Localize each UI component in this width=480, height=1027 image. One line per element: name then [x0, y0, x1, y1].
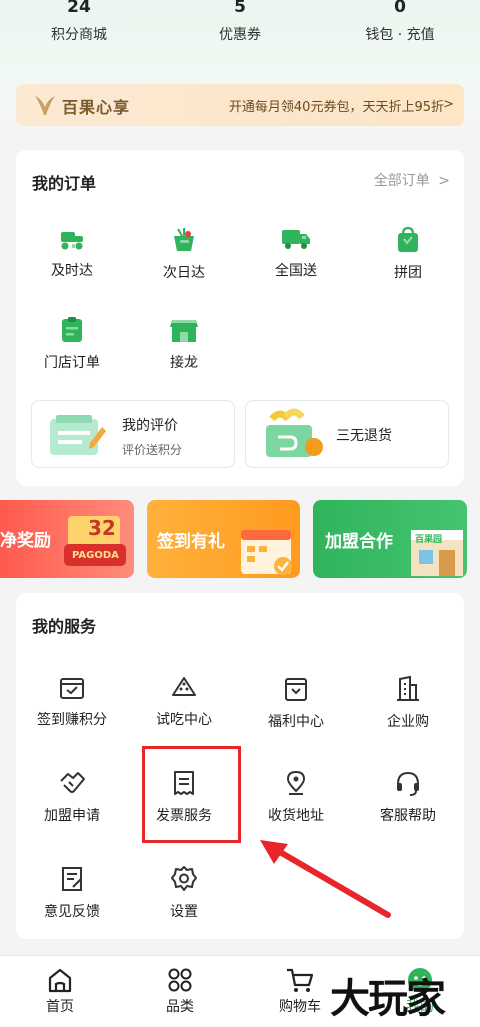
- service-tasting[interactable]: 试吃中心: [128, 675, 240, 729]
- order-next-day[interactable]: 次日达: [128, 226, 240, 282]
- reward-banner[interactable]: 净奖励 32 PAGODA: [0, 500, 134, 578]
- order-nationwide[interactable]: 全国送: [240, 226, 352, 280]
- headset-icon: [397, 771, 419, 796]
- wallet-value: 0: [394, 0, 406, 17]
- reward-banner-title: 净奖励: [0, 531, 51, 551]
- refund-card[interactable]: 三无退货: [245, 400, 449, 468]
- order-relay-label: 接龙: [170, 355, 198, 371]
- gear-icon: [171, 866, 197, 891]
- category-grid-icon: [168, 968, 192, 992]
- order-relay[interactable]: 接龙: [128, 316, 240, 372]
- services-title: 我的服务: [32, 617, 97, 636]
- my-reviews-card[interactable]: 我的评价 评价送积分: [31, 400, 235, 468]
- account-stats: 24 积分商城 5 优惠券 0 钱包 · 充值: [0, 0, 480, 60]
- order-next-day-label: 次日达: [163, 265, 205, 281]
- order-instant[interactable]: 及时达: [16, 226, 128, 280]
- home-icon: [48, 968, 72, 993]
- watermelon-icon: [172, 677, 196, 696]
- wallet-label: 钱包 · 充值: [365, 27, 435, 43]
- brand-logo-icon: [35, 96, 55, 115]
- service-tasting-label: 试吃中心: [156, 712, 212, 728]
- vip-promo: 开通每月领40元券包，天天折上95折: [228, 100, 444, 115]
- order-store-label: 门店订单: [44, 355, 100, 371]
- service-signin-points[interactable]: 签到赚积分: [16, 675, 128, 729]
- tab-home-label: 首页: [46, 999, 74, 1015]
- coupons[interactable]: 5 优惠券: [175, 0, 305, 44]
- clipboard-icon: [62, 317, 82, 342]
- vip-brand: 百果心享: [62, 98, 131, 117]
- service-franchise-apply[interactable]: 加盟申请: [16, 769, 128, 825]
- service-settings-label: 设置: [170, 904, 198, 920]
- orders-title: 我的订单: [32, 174, 97, 193]
- edit-document-icon: [62, 867, 82, 891]
- tab-category-label: 品类: [166, 999, 194, 1015]
- invoice-highlight-box: [142, 746, 241, 843]
- shop-sign-label: 百果园: [415, 535, 443, 545]
- points-mall[interactable]: 24 积分商城: [14, 0, 144, 44]
- truck-icon: [282, 230, 310, 249]
- storefront-icon: [170, 320, 198, 342]
- coupons-label: 优惠券: [219, 27, 261, 43]
- points-label: 积分商城: [51, 27, 107, 43]
- service-customer-help[interactable]: 客服帮助: [352, 769, 464, 825]
- cart-icon: [287, 968, 314, 992]
- produce-basket-icon: [174, 228, 194, 251]
- location-pin-icon: [286, 770, 306, 795]
- service-settings[interactable]: 设置: [128, 865, 240, 921]
- service-address-label: 收货地址: [268, 808, 324, 824]
- franchise-banner-title: 加盟合作: [325, 532, 393, 552]
- refund-title: 三无退货: [336, 428, 392, 444]
- annotation-arrow-icon: [260, 840, 391, 918]
- service-welfare[interactable]: 福利中心: [240, 675, 352, 731]
- order-group[interactable]: 拼团: [352, 226, 464, 282]
- shopping-bag-icon: [398, 226, 418, 252]
- calendar-check-icon: [60, 678, 84, 699]
- my-reviews-title: 我的评价: [122, 418, 178, 434]
- service-welfare-label: 福利中心: [268, 714, 324, 730]
- service-address[interactable]: 收货地址: [240, 769, 352, 825]
- order-group-label: 拼团: [394, 265, 422, 281]
- order-nationwide-label: 全国送: [275, 263, 317, 279]
- order-store[interactable]: 门店订单: [16, 316, 128, 372]
- fruit-basket-icon: [266, 408, 323, 457]
- signin-banner[interactable]: 签到有礼: [147, 500, 300, 578]
- service-customer-help-label: 客服帮助: [380, 808, 436, 824]
- watermark-text: 大玩家: [330, 976, 446, 1022]
- tab-category[interactable]: 品类: [120, 956, 240, 1016]
- service-enterprise-label: 企业购: [387, 714, 429, 730]
- signin-banner-title: 签到有礼: [157, 532, 225, 552]
- pagoda-label: PAGODA: [72, 550, 119, 561]
- reward-amount: 32: [88, 516, 116, 540]
- all-orders-label: 全部订单: [373, 173, 430, 189]
- building-icon: [397, 675, 419, 701]
- review-clipboard-icon: [50, 415, 106, 455]
- service-feedback-label: 意见反馈: [44, 904, 100, 920]
- all-orders-link[interactable]: 全部订单 >: [374, 170, 450, 190]
- calendar-check-icon: [241, 530, 292, 575]
- chevron-right-icon: >: [443, 97, 454, 112]
- chevron-right-icon: >: [438, 173, 450, 189]
- franchise-banner[interactable]: 加盟合作 百果园: [313, 500, 467, 578]
- vip-banner[interactable]: 百果心享 开通每月领40元券包，天天折上95折 >: [16, 84, 464, 126]
- service-enterprise[interactable]: 企业购: [352, 675, 464, 731]
- wallet[interactable]: 0 钱包 · 充值: [335, 0, 465, 44]
- order-instant-label: 及时达: [51, 263, 93, 279]
- points-value: 24: [67, 0, 91, 17]
- orders-card: 我的订单 全部订单 > 及时达 次日达 全国送 拼团 门店订单 接龙 我的评价 …: [16, 150, 464, 486]
- my-reviews-sub: 评价送积分: [122, 443, 183, 457]
- service-signin-points-label: 签到赚积分: [37, 712, 107, 728]
- service-feedback[interactable]: 意见反馈: [16, 865, 128, 921]
- gift-box-icon: [285, 678, 307, 701]
- handshake-icon: [60, 772, 85, 793]
- scooter-icon: [61, 232, 83, 250]
- tab-home[interactable]: 首页: [0, 956, 120, 1016]
- service-franchise-apply-label: 加盟申请: [44, 808, 100, 824]
- coupons-value: 5: [234, 0, 246, 17]
